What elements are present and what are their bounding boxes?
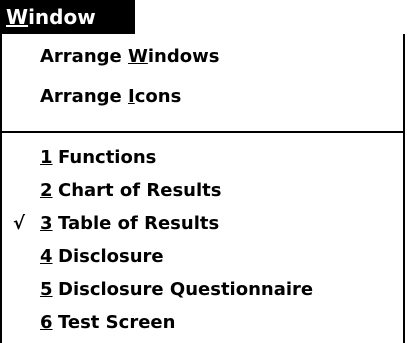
menu-window-label: indow	[28, 5, 96, 29]
window-number: 6	[40, 312, 53, 333]
menu-item-window-2[interactable]: 2 Chart of Results	[2, 176, 403, 206]
menu-item-window-3[interactable]: √ 3 Table of Results	[2, 209, 403, 239]
label-suffix: cons	[134, 86, 182, 107]
menu-separator	[2, 131, 403, 133]
window-label: Table of Results	[58, 213, 220, 234]
window-label: Test Screen	[58, 312, 176, 333]
window-label: Disclosure Questionnaire	[58, 279, 314, 300]
label-accel: I	[128, 86, 135, 107]
menu-item-window-4[interactable]: 4 Disclosure	[2, 242, 403, 272]
window-label: Functions	[58, 147, 157, 168]
window-number: 2	[40, 180, 53, 201]
menu-item-arrange-windows[interactable]: Arrange Windows	[2, 42, 403, 72]
menu-item-label: Arrange Icons	[40, 82, 181, 112]
label-suffix: indows	[147, 46, 220, 67]
menu-item-label: Arrange Windows	[40, 42, 219, 72]
window-number: 4	[40, 246, 53, 267]
label-prefix: Arrange	[40, 46, 129, 67]
label-accel: W	[128, 46, 148, 67]
window-label: Chart of Results	[58, 180, 222, 201]
window-number: 3	[40, 213, 53, 234]
menu-item-window-6[interactable]: 6 Test Screen	[2, 308, 403, 338]
window-number: 5	[40, 279, 53, 300]
menu-window-accel: W	[6, 5, 29, 29]
menu-window[interactable]: Window	[0, 0, 135, 34]
window-label: Disclosure	[58, 246, 164, 267]
menu-item-arrange-icons[interactable]: Arrange Icons	[2, 82, 403, 112]
menu-item-window-1[interactable]: 1 Functions	[2, 143, 403, 173]
label-prefix: Arrange	[40, 86, 129, 107]
window-number: 1	[40, 147, 53, 168]
menu-item-window-5[interactable]: 5 Disclosure Questionnaire	[2, 275, 403, 305]
window-dropdown-menu: Arrange Windows Arrange Icons 1 Function…	[0, 34, 405, 343]
checkmark-icon: √	[13, 213, 26, 234]
